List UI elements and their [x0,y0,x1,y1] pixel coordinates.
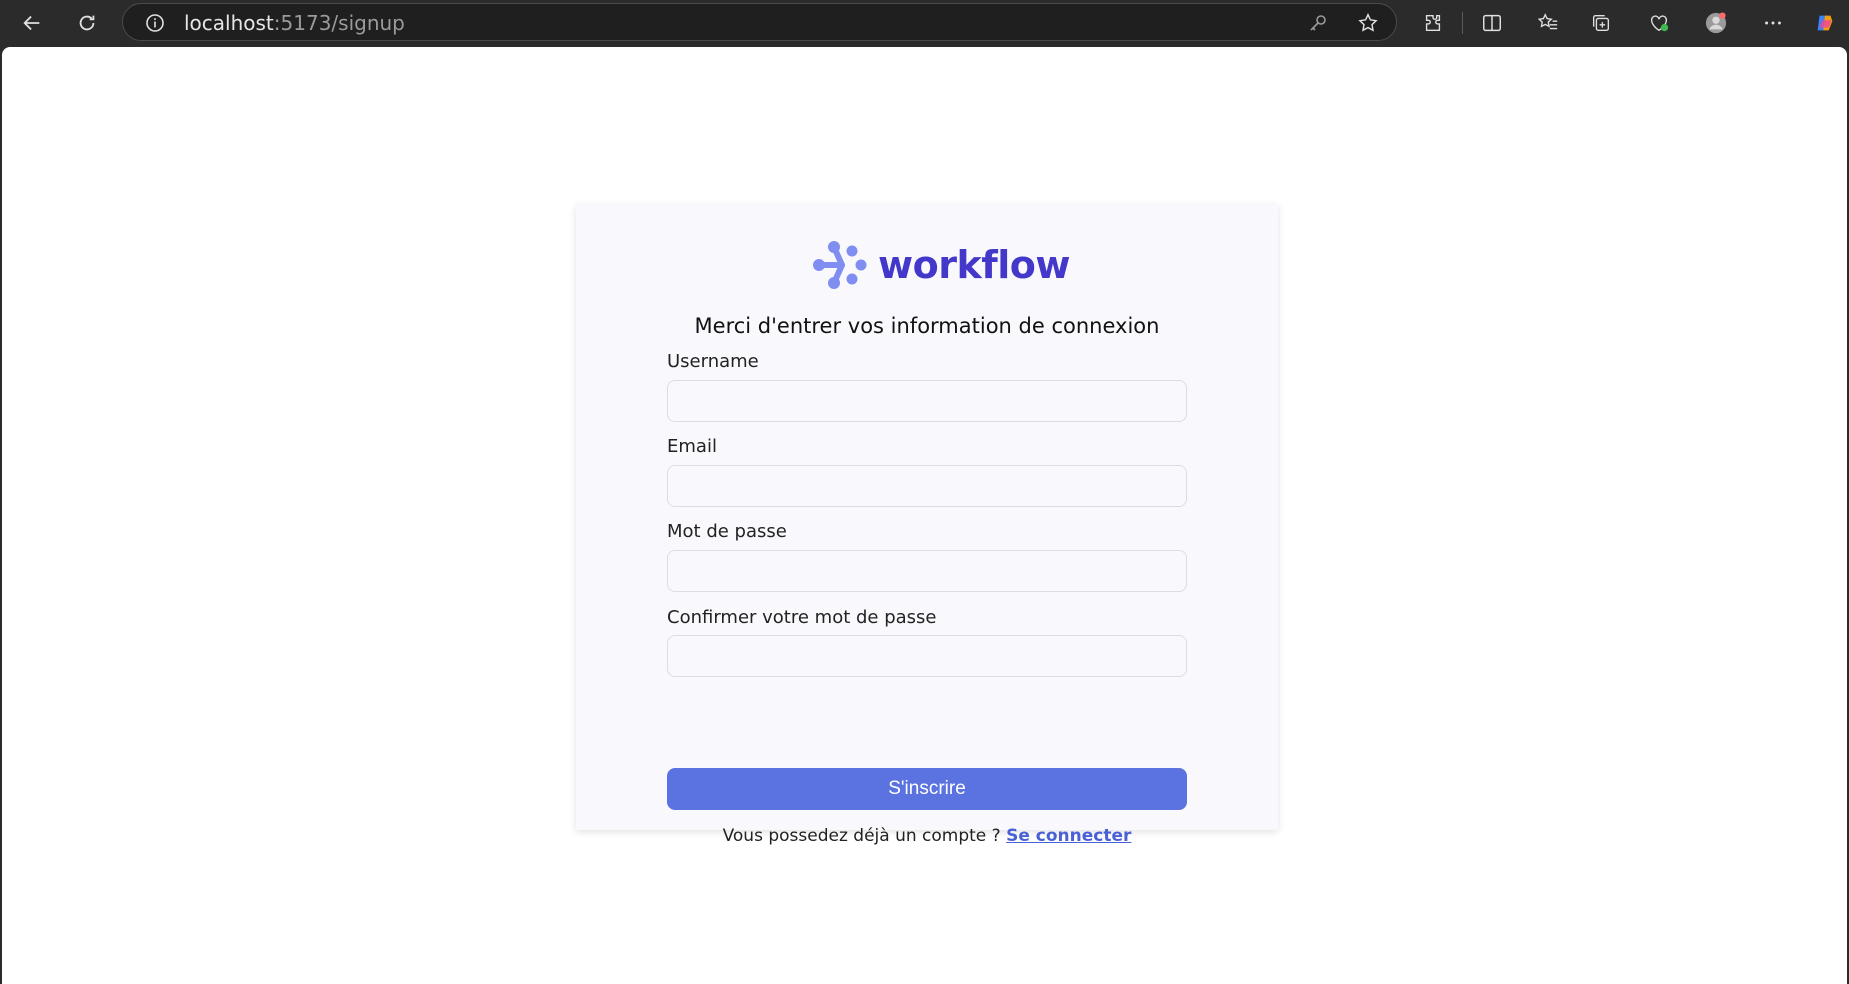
url-host: localhost [184,11,274,35]
copilot-button[interactable] [1808,6,1842,40]
brand-name: workflow [878,243,1071,287]
login-link[interactable]: Se connecter [1006,826,1131,846]
heart-pulse-icon [1650,15,1669,32]
favorites-list-icon [1537,13,1558,30]
email-input[interactable] [667,465,1187,507]
login-prompt: Vous possedez déjà un compte ? Se connec… [576,826,1278,846]
confirm-password-input[interactable] [667,635,1187,677]
brand-logo: workflow [812,239,1071,291]
puzzle-icon [1425,14,1441,32]
more-options-button[interactable] [1756,6,1790,40]
split-screen-button[interactable] [1475,6,1509,40]
login-prompt-text: Vous possedez déjà un compte ? [722,826,1007,846]
collections-icon [1592,14,1610,32]
back-arrow-icon [23,15,40,31]
toolbar-divider [1462,12,1463,34]
signup-card: workflow Merci d'entrer vos information … [576,204,1278,846]
collections-button[interactable] [1584,6,1618,40]
signup-button[interactable]: S'inscrire [667,768,1187,810]
browser-toolbar: localhost:5173/signup [0,0,1849,46]
username-input[interactable] [667,380,1187,422]
split-screen-icon [1483,14,1501,32]
profile-button[interactable] [1699,6,1733,40]
url-path: :5173/signup [273,11,405,35]
username-label: Username [667,351,759,372]
password-label: Mot de passe [667,521,787,542]
address-bar[interactable]: localhost:5173/signup [122,3,1397,41]
confirm-password-label: Confirmer votre mot de passe [667,607,937,628]
extensions-button[interactable] [1416,6,1450,40]
form-subtitle: Merci d'entrer vos information de connex… [694,314,1160,338]
back-button[interactable] [15,6,49,40]
page-viewport: workflow Merci d'entrer vos information … [2,47,1847,984]
reload-icon [79,15,95,31]
favorite-star-icon[interactable] [1357,12,1379,34]
email-label: Email [667,436,717,457]
avatar-icon [1705,12,1727,34]
info-icon[interactable] [145,13,165,33]
more-dots-icon [1765,21,1781,25]
password-input[interactable] [667,550,1187,592]
workflow-logo-icon [813,241,867,289]
url-text[interactable]: localhost:5173/signup [184,11,405,35]
favorites-button[interactable] [1531,6,1565,40]
browser-essentials-button[interactable] [1642,6,1676,40]
copilot-icon [1817,15,1833,31]
password-key-icon[interactable] [1308,13,1328,33]
reload-button[interactable] [70,6,104,40]
